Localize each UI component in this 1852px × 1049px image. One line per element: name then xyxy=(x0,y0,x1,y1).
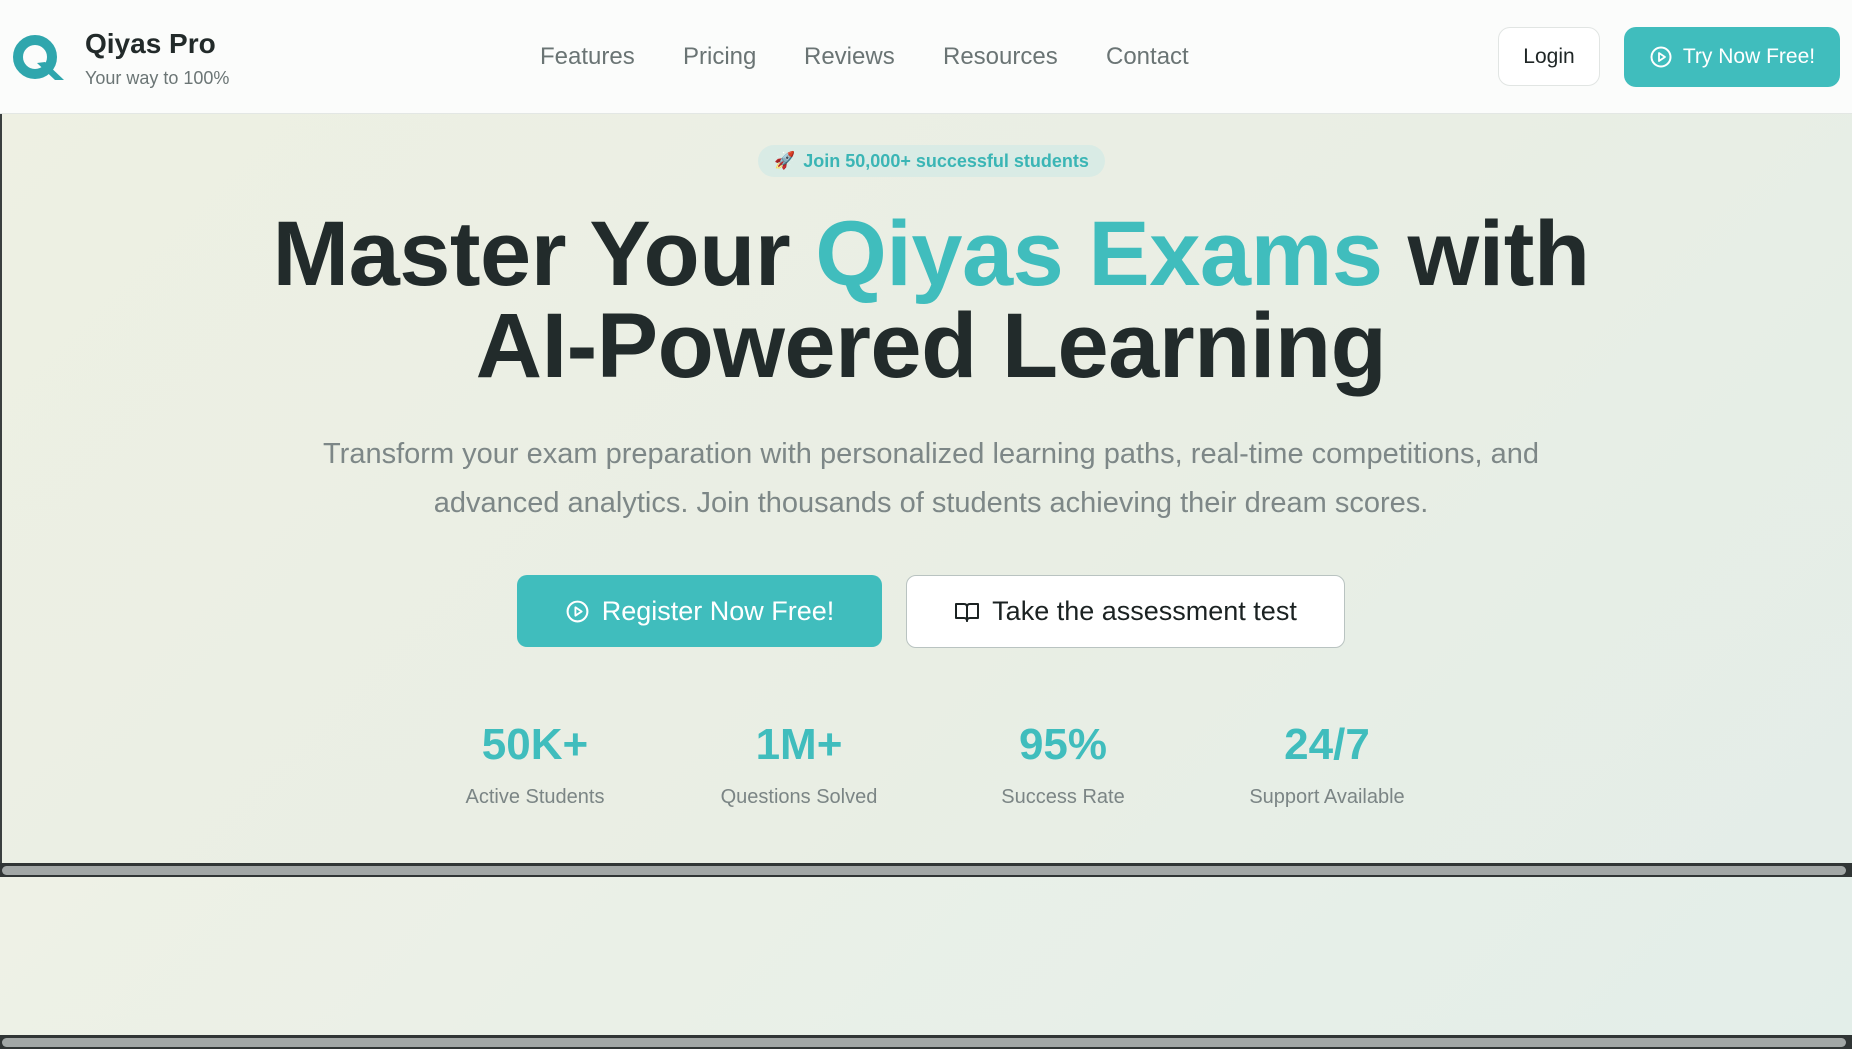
stat-value: 95% xyxy=(1018,720,1108,769)
register-label: Register Now Free! xyxy=(601,595,835,626)
nav-item-resources[interactable]: Resources xyxy=(943,43,1058,71)
play-circle-icon xyxy=(1650,46,1672,68)
hero-badge: 🚀 Join 50,000+ successful students xyxy=(758,145,1105,177)
stat-label: Active Students xyxy=(465,786,605,808)
stat-label: Support Available xyxy=(1249,786,1405,808)
stat-support-available: 24/7 Support Available xyxy=(1227,720,1427,809)
try-now-label: Try Now Free! xyxy=(1682,45,1816,68)
stat-value: 50K+ xyxy=(481,720,589,769)
scrollbar-thumb[interactable] xyxy=(2,1037,1846,1047)
try-now-button[interactable]: Try Now Free! xyxy=(1624,27,1840,87)
scrollbar-thumb[interactable] xyxy=(2,865,1846,875)
stat-label: Questions Solved xyxy=(720,786,878,808)
register-button[interactable]: Register Now Free! xyxy=(517,575,882,647)
nav-item-pricing[interactable]: Pricing xyxy=(683,43,756,71)
assessment-label: Take the assessment test xyxy=(992,596,1297,626)
stat-success-rate: 95% Success Rate xyxy=(963,720,1163,809)
hero-title-part2: with xyxy=(1382,203,1590,305)
assessment-button[interactable]: Take the assessment test xyxy=(906,575,1345,648)
stat-questions-solved: 1M+ Questions Solved xyxy=(699,720,899,809)
lower-content-area xyxy=(0,877,1852,1035)
page: Qiyas Pro Your way to 100% Features Pric… xyxy=(0,0,1852,1049)
horizontal-scrollbar[interactable] xyxy=(0,863,1852,877)
open-book-icon xyxy=(955,602,980,622)
horizontal-scrollbar-bottom[interactable] xyxy=(0,1035,1852,1049)
play-circle-icon xyxy=(566,600,589,622)
hero-badge-text: Join 50,000+ successful students xyxy=(803,150,1089,171)
stat-value: 1M+ xyxy=(755,720,843,769)
hero-title-part1: Master Your xyxy=(272,203,816,305)
hero-subtitle-line1: Transform your exam preparation with per… xyxy=(323,438,1539,470)
stat-value: 24/7 xyxy=(1284,720,1370,769)
nav-item-features[interactable]: Features xyxy=(540,43,635,71)
login-label: Login xyxy=(1523,44,1575,68)
hero-subtitle-line2: advanced analytics. Join thousands of st… xyxy=(433,487,1429,519)
hero-subtitle: Transform your exam preparation with per… xyxy=(0,430,1852,528)
stat-label: Success Rate xyxy=(1001,786,1125,808)
top-navbar: Qiyas Pro Your way to 100% Features Pric… xyxy=(0,0,1852,114)
login-button[interactable]: Login xyxy=(1498,27,1600,86)
hero-title-line2: AI-Powered Learning xyxy=(475,295,1387,397)
stat-active-students: 50K+ Active Students xyxy=(435,720,635,809)
hero-title-accent: Qiyas Exams xyxy=(815,203,1383,305)
nav-item-contact[interactable]: Contact xyxy=(1106,43,1189,71)
rocket-icon: 🚀 xyxy=(774,151,796,170)
hero-title: Master Your Qiyas Exams with AI-Powered … xyxy=(0,208,1852,392)
nav-item-reviews[interactable]: Reviews xyxy=(804,43,895,71)
